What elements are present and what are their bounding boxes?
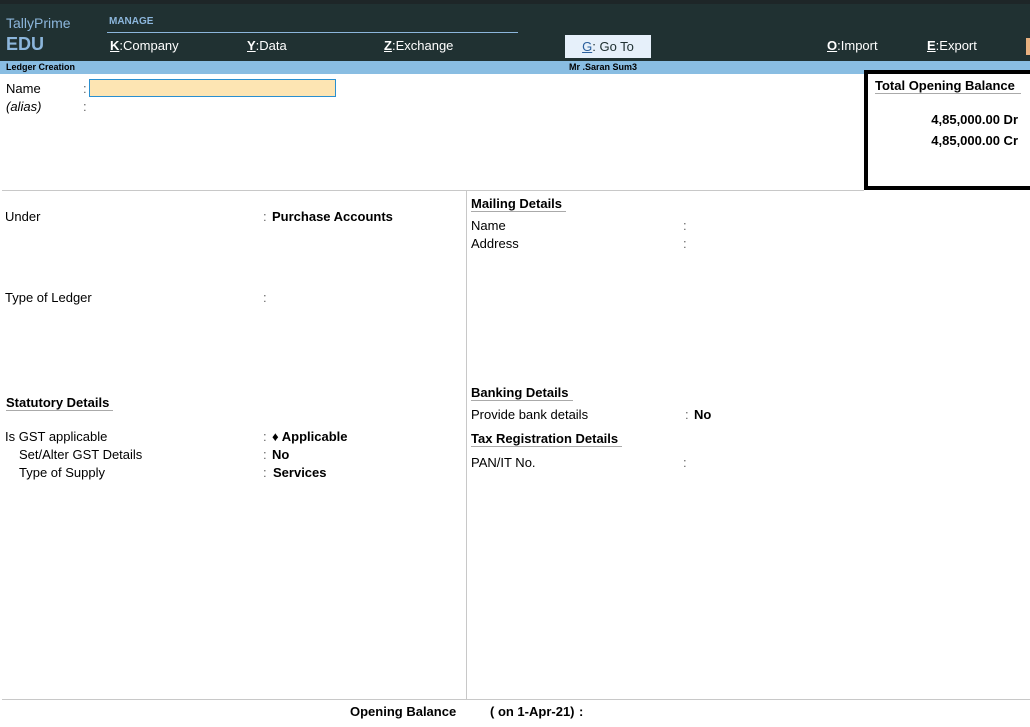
shortcut-key: Y [247, 38, 256, 53]
separator: : [683, 218, 687, 233]
company-name: Mr .Saran Sum3 [569, 62, 638, 72]
separator: : [685, 407, 689, 422]
separator: : [683, 236, 687, 251]
pan-input[interactable] [692, 454, 852, 470]
menu-group-label: MANAGE [109, 16, 154, 27]
menu-group-divider [107, 32, 518, 33]
type-of-ledger-label: Type of Ledger [5, 290, 92, 305]
type-of-supply-value[interactable]: Services [273, 465, 327, 480]
banking-details-heading: Banking Details [471, 385, 573, 401]
section-divider [2, 190, 864, 191]
shortcut-key: Z [384, 38, 392, 53]
menu-label: Go To [599, 39, 634, 54]
mailing-address-input[interactable] [692, 235, 852, 251]
menu-export[interactable]: E:Export [927, 38, 977, 53]
window-strip [0, 0, 1030, 4]
product-name: TallyPrime [6, 15, 71, 31]
separator: : [263, 209, 267, 224]
screen-title: Ledger Creation [6, 62, 76, 72]
product-edition: EDU [6, 34, 45, 54]
pan-label: PAN/IT No. [471, 455, 536, 470]
column-divider [466, 190, 467, 699]
name-label: Name [6, 81, 41, 96]
mailing-name-input[interactable] [692, 217, 852, 233]
menu-goto[interactable]: G: Go To [565, 35, 651, 58]
top-bar: TallyPrime EDU MANAGE K:Company Y:Data Z… [0, 0, 1030, 61]
shortcut-key: E [927, 38, 936, 53]
total-debit: 4,85,000.00 Dr [931, 112, 1018, 127]
tax-registration-heading: Tax Registration Details [471, 431, 623, 447]
menu-label: Data [259, 38, 287, 53]
alias-input[interactable] [90, 98, 336, 114]
under-label: Under [5, 209, 41, 224]
opening-balance-input[interactable] [592, 703, 772, 720]
provide-bank-details-value[interactable]: No [694, 407, 711, 422]
gst-applicable-label: Is GST applicable [5, 429, 108, 444]
provide-bank-details-label: Provide bank details [471, 407, 589, 422]
mailing-address-label: Address [471, 236, 519, 251]
menu-item-truncated[interactable] [1026, 38, 1030, 55]
separator: : [683, 455, 687, 470]
shortcut-key: G [582, 39, 593, 54]
menu-label: Import [840, 38, 878, 53]
menu-label: Exchange [395, 38, 454, 53]
menu-exchange[interactable]: Z:Exchange [384, 38, 453, 53]
set-alter-gst-value[interactable]: No [272, 447, 289, 462]
opening-balance-colon: : [579, 704, 584, 719]
separator: : [83, 81, 87, 96]
menu-import[interactable]: O:Import [827, 38, 878, 53]
total-credit: 4,85,000.00 Cr [931, 133, 1018, 148]
separator: : [263, 465, 267, 480]
menu-company[interactable]: K:Company [110, 38, 179, 53]
type-of-supply-label: Type of Supply [19, 465, 105, 480]
opening-balance-label: Opening Balance [350, 704, 457, 719]
separator: : [263, 429, 267, 444]
menu-data[interactable]: Y:Data [247, 38, 287, 53]
shortcut-key: K [110, 38, 120, 53]
separator: : [263, 290, 267, 305]
menu-label: Company [123, 38, 179, 53]
opening-balance-date: ( on 1-Apr-21) [490, 704, 575, 719]
separator: : [83, 99, 87, 114]
gst-applicable-value[interactable]: ♦ Applicable [272, 429, 348, 444]
statutory-details-heading: Statutory Details [6, 395, 114, 411]
separator: : [263, 447, 267, 462]
total-opening-balance-panel: Total Opening Balance 4,85,000.00 Dr 4,8… [864, 70, 1030, 190]
set-alter-gst-label: Set/Alter GST Details [19, 447, 143, 462]
menu-label: Export [939, 38, 977, 53]
ledger-name-input[interactable] [89, 79, 336, 97]
total-opening-balance-title: Total Opening Balance [875, 78, 1021, 94]
mailing-name-label: Name [471, 218, 506, 233]
shortcut-key: O [827, 38, 838, 53]
mailing-details-heading: Mailing Details [471, 196, 567, 212]
alias-label: (alias) [6, 99, 42, 114]
type-of-ledger-value[interactable] [272, 290, 392, 306]
under-value[interactable]: Purchase Accounts [272, 209, 393, 224]
footer-divider [2, 699, 1030, 700]
